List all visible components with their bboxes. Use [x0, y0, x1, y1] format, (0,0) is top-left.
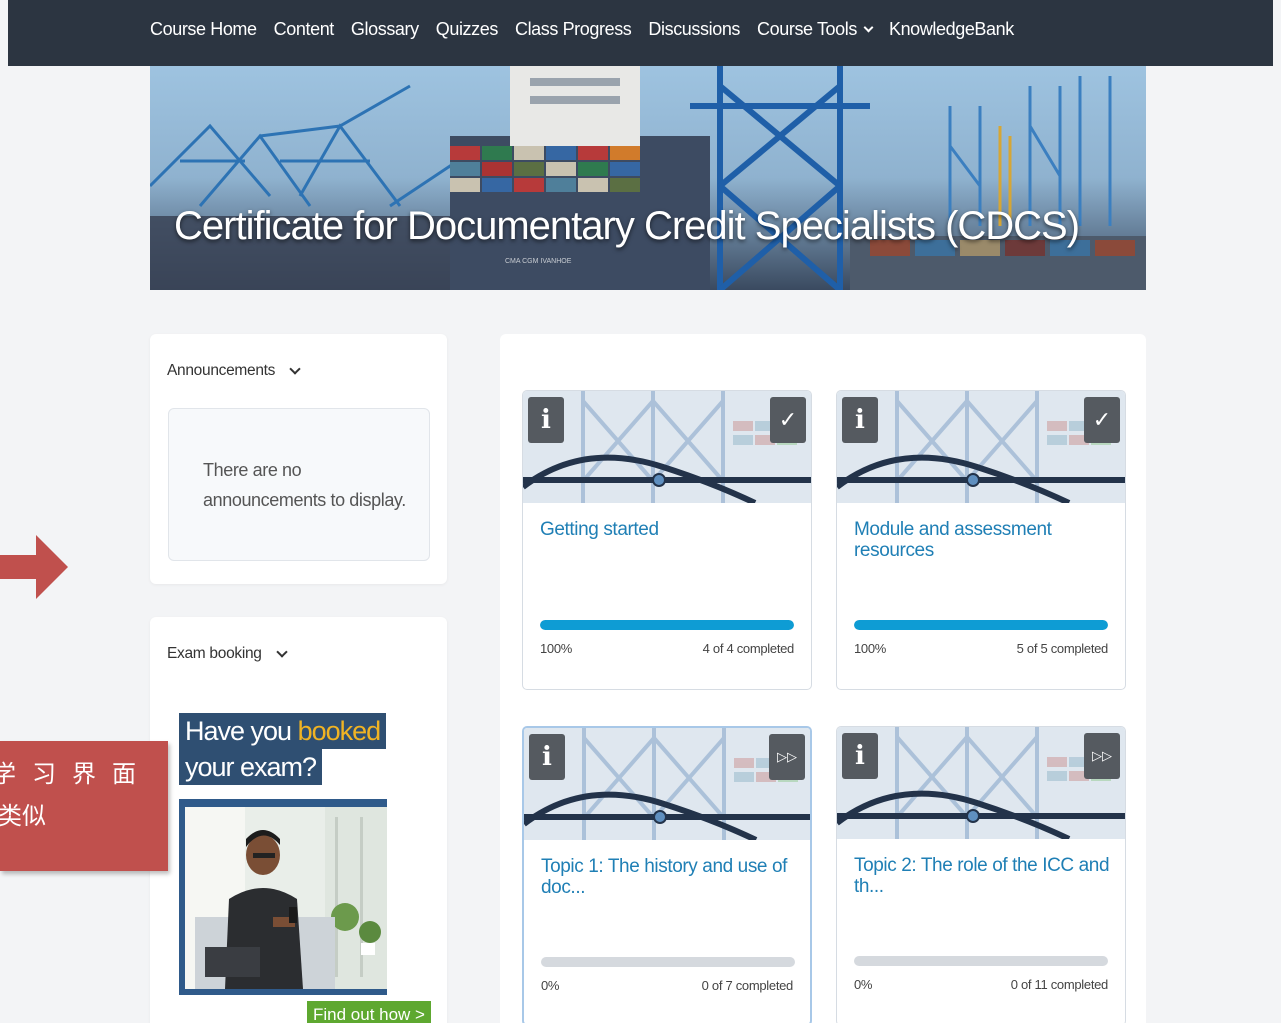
- empty-message-line2: announcements to display.: [203, 490, 406, 510]
- module-percent: 100%: [854, 641, 887, 656]
- module-progress-bar: [540, 620, 794, 630]
- nav-knowledgebank[interactable]: KnowledgeBank: [889, 19, 1014, 40]
- module-completed-count: 0 of 7 completed: [701, 978, 794, 993]
- module-thumbnail: i ▷▷: [524, 728, 810, 840]
- check-icon[interactable]: ✓: [770, 397, 806, 443]
- module-title[interactable]: Getting started: [540, 519, 800, 540]
- nav-glossary[interactable]: Glossary: [351, 19, 419, 40]
- nav-class-progress[interactable]: Class Progress: [514, 19, 632, 40]
- exam-booking-header[interactable]: Exam booking: [167, 645, 288, 663]
- fast-forward-icon[interactable]: ▷▷: [1084, 733, 1120, 779]
- module-completed-count: 5 of 5 completed: [1016, 641, 1109, 656]
- module-title[interactable]: Topic 2: The role of the ICC and th...: [854, 855, 1114, 897]
- course-banner: CMA CGM IVANHOE Certificate for Document…: [150, 66, 1146, 290]
- module-title[interactable]: Topic 1: The history and use of doc...: [541, 856, 801, 898]
- module-percent: 0%: [854, 977, 873, 992]
- info-icon[interactable]: i: [842, 397, 878, 443]
- nav-course-home[interactable]: Course Home: [150, 19, 257, 40]
- chevron-down-icon: [863, 22, 874, 33]
- fast-forward-icon[interactable]: ▷▷: [769, 734, 805, 780]
- announcements-header[interactable]: Announcements: [167, 362, 301, 380]
- annotation-line2: 类似: [0, 802, 46, 830]
- module-card-topic-1[interactable]: i ▷▷ Topic 1: The history and use of doc…: [522, 726, 812, 1023]
- port-crane-image: CMA CGM IVANHOE: [150, 66, 1146, 290]
- module-card-getting-started[interactable]: i ✓ Getting started 100% 4 of 4 complete…: [522, 390, 812, 690]
- progress-fill: [540, 620, 794, 630]
- progress-fill: [854, 620, 1108, 630]
- nav-label: Content: [273, 19, 335, 39]
- announcements-empty-box: There are no announcements to display.: [168, 408, 430, 561]
- module-progress-bar: [541, 957, 795, 967]
- content-panel: i ✓ Getting started 100% 4 of 4 complete…: [500, 334, 1146, 1023]
- nav-label: Course Home: [150, 19, 257, 39]
- module-thumbnail: i ✓: [837, 391, 1125, 503]
- check-icon[interactable]: ✓: [1084, 397, 1120, 443]
- module-thumbnail: i ✓: [523, 391, 811, 503]
- nav-label: KnowledgeBank: [888, 19, 1014, 39]
- arrow-right-icon: [0, 535, 68, 599]
- ship-name-text: CMA CGM IVANHOE: [505, 258, 572, 265]
- info-icon[interactable]: i: [529, 734, 565, 780]
- module-title[interactable]: Module and assessment resources: [854, 519, 1114, 561]
- exam-ad-banner[interactable]: Have you booked your exam? Find out how …: [179, 713, 433, 1023]
- ad-photo: [179, 799, 387, 995]
- announcements-title: Announcements: [167, 362, 276, 379]
- info-icon[interactable]: i: [528, 397, 564, 443]
- nav-discussions[interactable]: Discussions: [648, 19, 740, 40]
- empty-message-line1: There are no: [203, 460, 302, 480]
- nav-menu: Course Home Content Glossary Quizzes Cla…: [150, 19, 1014, 40]
- module-completed-count: 0 of 11 completed: [1010, 977, 1109, 992]
- module-card-resources[interactable]: i ✓ Module and assessment resources 100%…: [836, 390, 1126, 690]
- annotation-line1: 学习界面: [0, 760, 152, 788]
- module-card-topic-2[interactable]: i ▷▷ Topic 2: The role of the ICC and th…: [836, 726, 1126, 1023]
- module-progress-bar: [854, 956, 1108, 966]
- chevron-down-icon: [289, 363, 301, 375]
- module-percent: 0%: [541, 978, 560, 993]
- nav-label: Discussions: [648, 19, 741, 39]
- top-navbar: Course Home Content Glossary Quizzes Cla…: [8, 0, 1273, 66]
- nav-label: Glossary: [350, 19, 419, 39]
- course-title: Certificate for Documentary Credit Speci…: [174, 204, 1080, 248]
- chevron-down-icon: [275, 646, 288, 658]
- module-completed-count: 4 of 4 completed: [702, 641, 795, 656]
- find-out-how-button[interactable]: Find out how >: [307, 1001, 431, 1023]
- info-icon[interactable]: i: [842, 733, 878, 779]
- exam-booking-title: Exam booking: [167, 645, 262, 662]
- nav-label: Class Progress: [514, 19, 632, 39]
- nav-label: Course Tools: [757, 19, 857, 39]
- nav-label: Quizzes: [435, 19, 499, 39]
- module-thumbnail: i ▷▷: [837, 727, 1125, 839]
- ad-headline-line2: your exam?: [179, 749, 323, 785]
- module-progress-bar: [854, 620, 1108, 630]
- nav-course-tools[interactable]: Course Tools: [757, 19, 874, 40]
- nav-quizzes[interactable]: Quizzes: [435, 19, 499, 40]
- nav-content[interactable]: Content: [273, 19, 335, 40]
- annotation-note: 学习界面 类似: [0, 741, 168, 871]
- ad-headline-line1: Have you booked: [179, 713, 387, 749]
- announcements-widget: Announcements There are no announcements…: [150, 334, 447, 584]
- module-percent: 100%: [540, 641, 573, 656]
- exam-booking-widget: Exam booking Have you booked your exam?: [150, 617, 447, 1023]
